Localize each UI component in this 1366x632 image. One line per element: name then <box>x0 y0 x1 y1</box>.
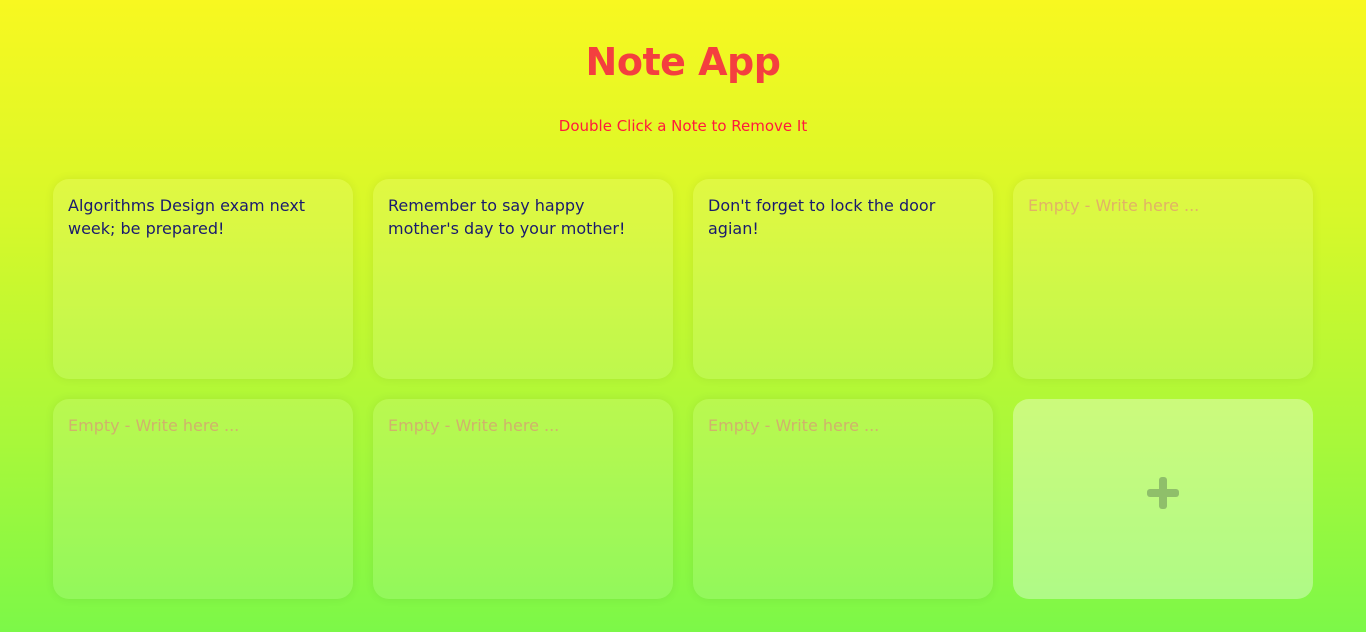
note[interactable]: Algorithms Design exam next week; be pre… <box>53 179 353 379</box>
note[interactable] <box>53 399 353 599</box>
note[interactable] <box>1013 179 1313 379</box>
app-subtitle: Double Click a Note to Remove It <box>558 117 808 135</box>
plus-icon <box>1147 477 1179 509</box>
note[interactable]: Don't forget to lock the door agian! <box>693 179 993 379</box>
note[interactable] <box>693 399 993 599</box>
note[interactable] <box>373 399 673 599</box>
app-title: Note App <box>585 40 781 84</box>
notes-grid: Algorithms Design exam next week; be pre… <box>53 179 1313 599</box>
note[interactable]: Remember to say happy mother's day to yo… <box>373 179 673 379</box>
add-note-button[interactable] <box>1013 399 1313 599</box>
